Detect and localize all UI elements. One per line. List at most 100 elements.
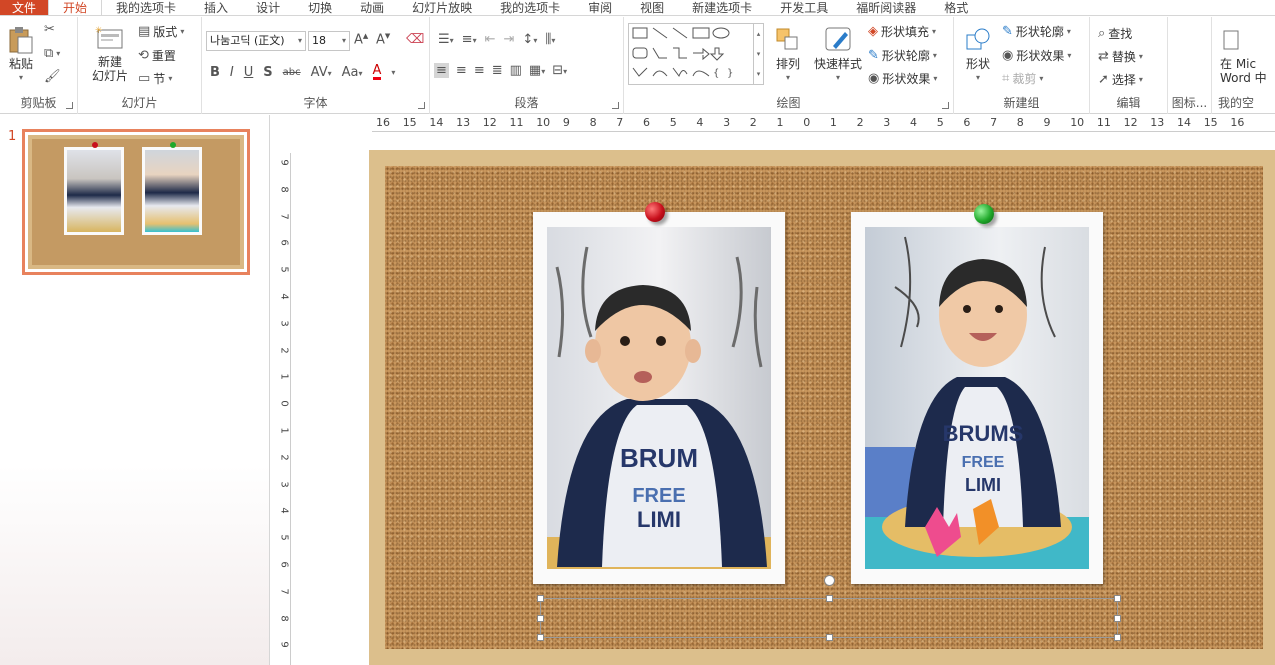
underline-icon[interactable]: U <box>244 66 254 79</box>
group-label-my-group: 我的空 <box>1218 96 1255 110</box>
shapes-gallery[interactable]: {} ▴ ▾ ▾ <box>628 23 764 85</box>
replace-button[interactable]: ⇄ 替换 ▾ <box>1098 48 1143 65</box>
find-button[interactable]: ⌕ 查找 <box>1098 25 1132 42</box>
font-size-combo[interactable]: 18 ▾ <box>308 31 350 51</box>
font-color-icon[interactable]: A <box>372 64 382 80</box>
char-spacing-icon[interactable]: AV▾ <box>311 66 332 79</box>
font-name-value: 나눔고딕 (正文) <box>210 34 285 47</box>
align-right-icon[interactable]: ≡ <box>474 64 485 77</box>
smartart-icon[interactable]: ⊟▾ <box>552 64 567 77</box>
dialog-launcher-icon[interactable] <box>942 102 949 109</box>
ruler-tick-label: 9 <box>278 641 290 649</box>
open-in-word-button[interactable]: 在 Mic Word 中 <box>1220 25 1275 85</box>
copy-button[interactable]: ⧉ ▾ <box>44 47 60 60</box>
svg-text:FREE: FREE <box>962 454 1005 471</box>
layout-button[interactable]: ▤ 版式 ▾ <box>138 23 184 40</box>
ruler-tick-label: 4 <box>278 293 290 300</box>
cut-button[interactable]: ✂ <box>44 23 55 36</box>
resize-handle[interactable] <box>1114 595 1121 602</box>
select-button[interactable]: ➚ 选择 ▾ <box>1098 71 1143 88</box>
change-case-icon[interactable]: Aa▾ <box>342 66 363 79</box>
line-spacing-icon[interactable]: ↕▾ <box>522 33 537 46</box>
strikethrough-icon[interactable]: abc <box>283 67 301 78</box>
resize-handle[interactable] <box>1114 634 1121 641</box>
align-center-icon[interactable]: ≡ <box>456 64 467 77</box>
dialog-launcher-icon[interactable] <box>66 102 73 109</box>
increase-indent-icon[interactable]: ⇥ <box>504 33 515 46</box>
font-name-combo[interactable]: 나눔고딕 (正文) ▾ <box>206 31 306 51</box>
crop-button[interactable]: ⌗ 裁剪 ▾ <box>1002 70 1043 87</box>
italic-icon[interactable]: I <box>230 66 234 79</box>
arrange-button[interactable]: 排列 ▾ <box>770 25 806 85</box>
shape-button[interactable]: 形状 ▾ <box>960 25 996 85</box>
tab-animations[interactable]: 动画 <box>346 0 398 15</box>
rotate-handle-icon[interactable] <box>824 575 835 586</box>
tab-insert[interactable]: 插入 <box>190 0 242 15</box>
tab-foxit-reader[interactable]: 福昕阅读器 <box>842 0 930 15</box>
group-label-new-group: 新建组 <box>1003 96 1040 110</box>
new-slide-button[interactable]: ✳ 新建 幻灯片 <box>84 23 136 83</box>
tab-developer[interactable]: 开发工具 <box>766 0 842 15</box>
group-label-drawing: 绘图 <box>776 96 801 110</box>
dialog-launcher-icon[interactable] <box>418 102 425 109</box>
slide-thumbnail[interactable] <box>22 129 250 275</box>
shadow-icon[interactable]: S <box>263 66 272 79</box>
slide-canvas[interactable]: BRUM FREE LIMI BRUMS FREE LIMI <box>369 150 1275 665</box>
resize-handle[interactable] <box>826 634 833 641</box>
vertical-ruler[interactable]: 9 8 7 6 5 4 3 2 1 0 1 2 3 4 5 6 7 8 9 <box>277 153 291 665</box>
tab-my-tab[interactable]: 我的选项卡 <box>102 0 190 15</box>
quick-styles-button[interactable]: 快速样式 ▾ <box>810 25 866 85</box>
new-slide-icon: ✳ <box>95 23 125 53</box>
resize-handle[interactable] <box>1114 615 1121 622</box>
distributed-icon[interactable]: ▥ <box>510 64 522 77</box>
resize-handle[interactable] <box>537 634 544 641</box>
tab-view[interactable]: 视图 <box>626 0 678 15</box>
shape-effect-label: 形状效果 <box>882 72 931 86</box>
selected-text-box[interactable] <box>537 575 1121 641</box>
numbering-icon[interactable]: ≡▾ <box>462 33 477 46</box>
shrink-font-button[interactable]: A▼ <box>376 33 390 47</box>
text-direction-icon[interactable]: ⫼▾ <box>545 33 555 46</box>
resize-handle[interactable] <box>826 595 833 602</box>
tab-review[interactable]: 审阅 <box>574 0 626 15</box>
tab-my-tab-2[interactable]: 我的选项卡 <box>486 0 574 15</box>
tab-new-tab[interactable]: 新建选项卡 <box>678 0 766 15</box>
new-group-outline-button[interactable]: ✎ 形状轮廓 ▾ <box>1002 23 1071 40</box>
reset-button[interactable]: ⟲ 重置 <box>138 47 176 64</box>
clear-format-button[interactable]: ⌫ <box>406 33 424 46</box>
tab-design[interactable]: 设计 <box>242 0 294 15</box>
select-label: 选择 <box>1111 73 1136 87</box>
chevron-down-icon: ▾ <box>341 36 346 45</box>
green-pushpin[interactable] <box>974 204 994 224</box>
new-group-effect-button[interactable]: ◉ 形状效果 ▾ <box>1002 47 1071 64</box>
ruler-tick-label: 8 <box>278 614 290 622</box>
align-left-icon[interactable]: ≡ <box>434 63 449 78</box>
paste-button[interactable]: 粘贴 ▾ <box>4 25 38 85</box>
columns-icon[interactable]: ▦▾ <box>529 64 545 77</box>
bold-icon[interactable]: B <box>210 66 220 79</box>
tab-format[interactable]: 格式 <box>930 0 982 15</box>
resize-handle[interactable] <box>537 615 544 622</box>
tab-transitions[interactable]: 切换 <box>294 0 346 15</box>
resize-handle[interactable] <box>537 595 544 602</box>
dialog-launcher-icon[interactable] <box>612 102 619 109</box>
decrease-indent-icon[interactable]: ⇤ <box>485 33 496 46</box>
section-button[interactable]: ▭ 节 ▾ <box>138 70 172 87</box>
justify-icon[interactable]: ≣ <box>492 64 503 77</box>
bullets-icon[interactable]: ☰▾ <box>438 33 454 46</box>
shape-outline-button[interactable]: ✎ 形状轮廓 ▾ <box>868 47 937 64</box>
horizontal-ruler[interactable]: 16 15 14 13 12 11 10 9 8 7 6 5 4 3 2 1 0 1 2 3 4 5 6 7 8 9 10 11 12 1… <box>372 115 1275 132</box>
grow-font-button[interactable]: A▲ <box>354 33 368 47</box>
shape-effect-button[interactable]: ◉ 形状效果 ▾ <box>868 70 937 87</box>
paragraph-bottom-row: ≡ ≡ ≡ ≣ ▥ ▦▾ ⊟▾ <box>434 63 567 78</box>
tab-slideshow[interactable]: 幻灯片放映 <box>398 0 486 15</box>
tab-home[interactable]: 开始 <box>48 0 103 15</box>
red-pushpin[interactable] <box>645 202 665 222</box>
photo-right[interactable]: BRUMS FREE LIMI <box>851 212 1103 584</box>
ruler-tick-label: 4 <box>278 507 290 515</box>
photo-left[interactable]: BRUM FREE LIMI <box>533 212 785 584</box>
format-painter-button[interactable]: 🖌 <box>44 70 61 83</box>
ruler-tick-label: 1 <box>278 427 290 434</box>
tab-file[interactable]: 文件 <box>0 0 49 15</box>
shape-fill-button[interactable]: ◈ 形状填充 ▾ <box>868 23 936 40</box>
